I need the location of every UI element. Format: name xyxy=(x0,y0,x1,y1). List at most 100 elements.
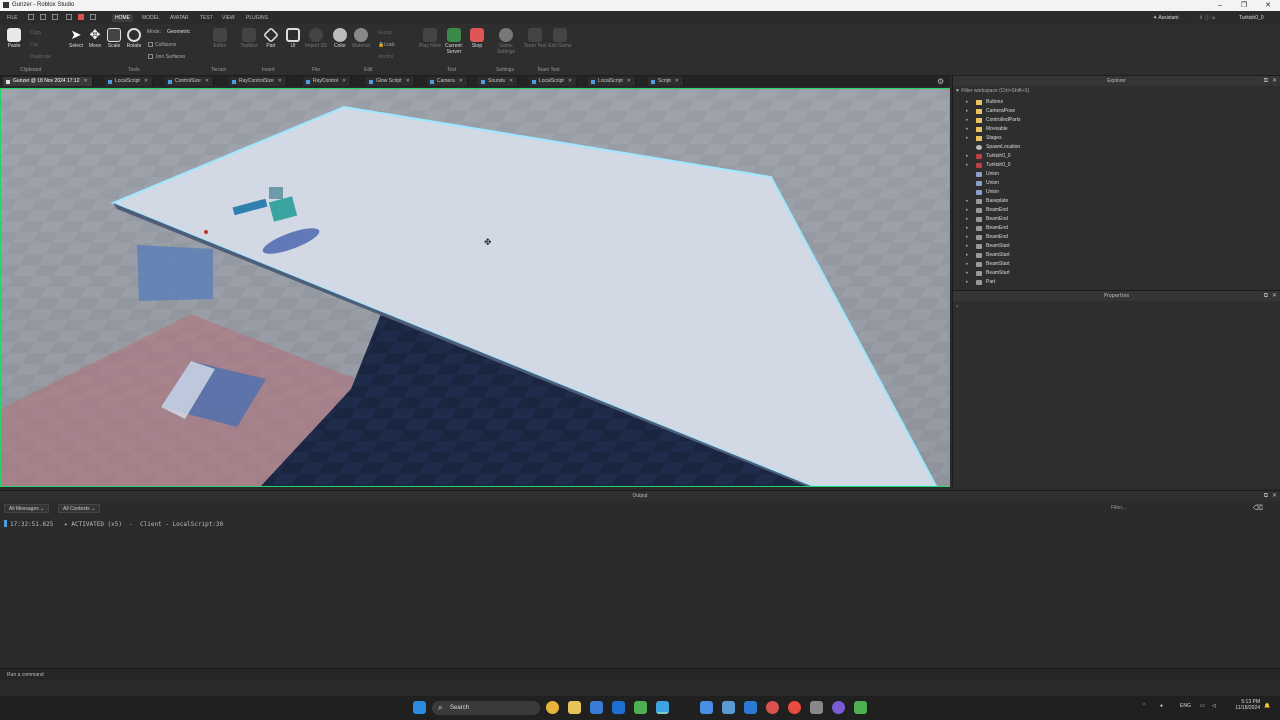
share-icon[interactable]: ⇪ ⓘ ☺ xyxy=(1196,14,1219,22)
tab-script[interactable]: LocalScript ✕ xyxy=(529,77,577,86)
copilot-icon[interactable] xyxy=(590,701,603,714)
output-filter-input[interactable]: Filter... xyxy=(1108,504,1246,513)
expand-arrow-icon[interactable]: ▸ xyxy=(966,116,969,125)
group-button[interactable]: Group xyxy=(378,30,392,36)
team-test-button[interactable]: Team Test xyxy=(523,28,547,49)
material-button[interactable]: Material xyxy=(349,28,373,49)
expand-arrow-icon[interactable]: ▸ xyxy=(966,224,969,233)
close-tab-icon[interactable]: ✕ xyxy=(675,78,679,84)
stop-button[interactable]: Stop xyxy=(465,28,489,49)
tab-avatar[interactable]: AVATAR xyxy=(167,14,192,22)
save-icon[interactable] xyxy=(40,14,46,20)
stop-icon[interactable] xyxy=(78,14,84,20)
collisions-checkbox[interactable] xyxy=(148,42,153,47)
close-tab-icon[interactable]: ✕ xyxy=(144,78,148,84)
new-file-icon[interactable] xyxy=(28,14,34,20)
network-icon[interactable]: ▭ xyxy=(1200,703,1205,709)
join-surfaces-checkbox[interactable] xyxy=(148,54,153,59)
mode-dropdown[interactable]: Geometric xyxy=(167,29,190,35)
redo-icon[interactable] xyxy=(90,14,96,20)
file-explorer-icon[interactable] xyxy=(568,701,581,714)
messages-filter-dropdown[interactable]: All Messages ⌄ xyxy=(4,504,50,513)
explorer-item[interactable]: ▸ Baseplate xyxy=(953,197,1273,206)
close-tab-icon[interactable]: ✕ xyxy=(509,78,513,84)
tab-script[interactable]: RayControlSize ✕ xyxy=(229,77,287,86)
maximize-panel-icon[interactable]: ⧉ xyxy=(1264,76,1268,86)
ui-button[interactable]: UI xyxy=(281,28,305,49)
user-account[interactable]: Turkish0_0 xyxy=(1236,14,1267,22)
tab-script[interactable]: RayControl ✕ xyxy=(303,77,352,86)
xbox-icon[interactable] xyxy=(634,701,647,714)
tab-script[interactable]: LocalScript ✕ xyxy=(588,77,636,86)
explorer-item[interactable]: ▸ BeamStart xyxy=(953,251,1273,260)
clear-output-icon[interactable]: ⌫ xyxy=(1253,504,1263,512)
expand-arrow-icon[interactable]: ▸ xyxy=(966,242,969,251)
command-bar[interactable]: Run a command xyxy=(0,668,1280,680)
expand-arrow-icon[interactable]: ▸ xyxy=(966,125,969,134)
explorer-item[interactable]: ▸ BeamStart xyxy=(953,242,1273,251)
file-menu[interactable]: FILE xyxy=(4,14,21,22)
explorer-item[interactable]: ▸ CameraPose xyxy=(953,107,1273,116)
explorer-item[interactable]: ▸ BeamStart xyxy=(953,269,1273,278)
expand-arrow-icon[interactable]: ▸ xyxy=(966,278,969,287)
outlook-icon[interactable] xyxy=(612,701,625,714)
tab-place[interactable]: Gunzer @ 18 Nov 2024 17:12 ✕ xyxy=(3,77,93,86)
explorer-item[interactable]: ▸ BeamEnd xyxy=(953,215,1273,224)
vscode-icon[interactable] xyxy=(744,701,757,714)
explorer-item[interactable]: ▸ Stages xyxy=(953,134,1273,143)
tab-script[interactable]: Camera ✕ xyxy=(427,77,468,86)
close-tab-icon[interactable]: ✕ xyxy=(627,78,631,84)
explorer-item[interactable]: ▸ BeamStart xyxy=(953,260,1273,269)
close-tab-icon[interactable]: ✕ xyxy=(568,78,572,84)
expand-arrow-icon[interactable]: ▸ xyxy=(966,197,969,206)
minimize-button[interactable]: – xyxy=(1208,1,1232,10)
close-tab-icon[interactable]: ✕ xyxy=(459,78,463,84)
expand-arrow-icon[interactable]: ▸ xyxy=(966,269,969,278)
play-here-button[interactable]: Play Here xyxy=(418,28,442,49)
store-icon[interactable] xyxy=(700,701,713,714)
part-button[interactable]: Part xyxy=(259,27,283,49)
volume-icon[interactable]: ◁ xyxy=(1212,703,1216,709)
close-window-button[interactable]: ✕ xyxy=(1256,1,1280,10)
copy-button[interactable]: Copy xyxy=(30,30,42,36)
chrome-icon[interactable] xyxy=(546,701,559,714)
collisions-toggle[interactable]: Collisions xyxy=(148,42,176,48)
explorer-item[interactable]: ▸ Moveable xyxy=(953,125,1273,134)
cut-button[interactable]: Cut xyxy=(30,42,38,48)
expand-arrow-icon[interactable]: ▸ xyxy=(966,107,969,116)
settings-icon[interactable] xyxy=(810,701,823,714)
toolbox-button[interactable]: Toolbox xyxy=(237,28,261,49)
taskbar-search[interactable]: ⌕ Search xyxy=(432,701,540,715)
opera-icon[interactable] xyxy=(766,701,779,714)
explorer-item[interactable]: ▸ Turkish0_0 xyxy=(953,152,1273,161)
explorer-item[interactable]: Union xyxy=(953,179,1273,188)
explorer-filter-input[interactable]: ▼ Filter workspace (Ctrl+Shift+X) xyxy=(955,87,1275,96)
tab-test[interactable]: TEST xyxy=(197,14,216,22)
close-tab-icon[interactable]: ✕ xyxy=(342,78,346,84)
clock[interactable]: 5:13 PM 11/18/2024 xyxy=(1230,699,1260,711)
explorer-item[interactable]: ▸ ControlledParts xyxy=(953,116,1273,125)
tab-script[interactable]: ControlSize ✕ xyxy=(165,77,215,86)
collapse-arrow-icon[interactable]: ‹ xyxy=(956,303,958,310)
explorer-item[interactable]: Union xyxy=(953,170,1273,179)
close-panel-icon[interactable]: ✕ xyxy=(1272,491,1277,501)
maximize-panel-icon[interactable]: ⧉ xyxy=(1264,291,1268,301)
expand-arrow-icon[interactable]: ▸ xyxy=(966,98,969,107)
explorer-item[interactable]: ▸ Part xyxy=(953,278,1273,287)
tab-script[interactable]: LocalScript ✕ xyxy=(105,77,153,86)
settings-gear-icon[interactable]: ⚙ xyxy=(937,77,944,86)
close-tab-icon[interactable]: ✕ xyxy=(84,78,88,84)
expand-arrow-icon[interactable]: ▸ xyxy=(966,134,969,143)
lock-button[interactable]: 🔒Lock xyxy=(378,42,395,48)
expand-arrow-icon[interactable]: ▸ xyxy=(966,260,969,269)
mail-icon[interactable] xyxy=(722,701,735,714)
mic-icon[interactable]: ● xyxy=(1160,703,1163,709)
close-panel-icon[interactable]: ✕ xyxy=(1272,76,1277,86)
power-icon[interactable] xyxy=(788,701,801,714)
command-input[interactable]: Run a command xyxy=(7,672,44,678)
anchor-button[interactable]: Anchor xyxy=(378,54,394,60)
tab-view[interactable]: VIEW xyxy=(219,14,238,22)
explorer-item[interactable]: ▸ BeamEnd xyxy=(953,224,1273,233)
tab-script[interactable]: Script ✕ xyxy=(648,77,684,86)
explorer-item[interactable]: ▸ Buttons xyxy=(953,98,1273,107)
